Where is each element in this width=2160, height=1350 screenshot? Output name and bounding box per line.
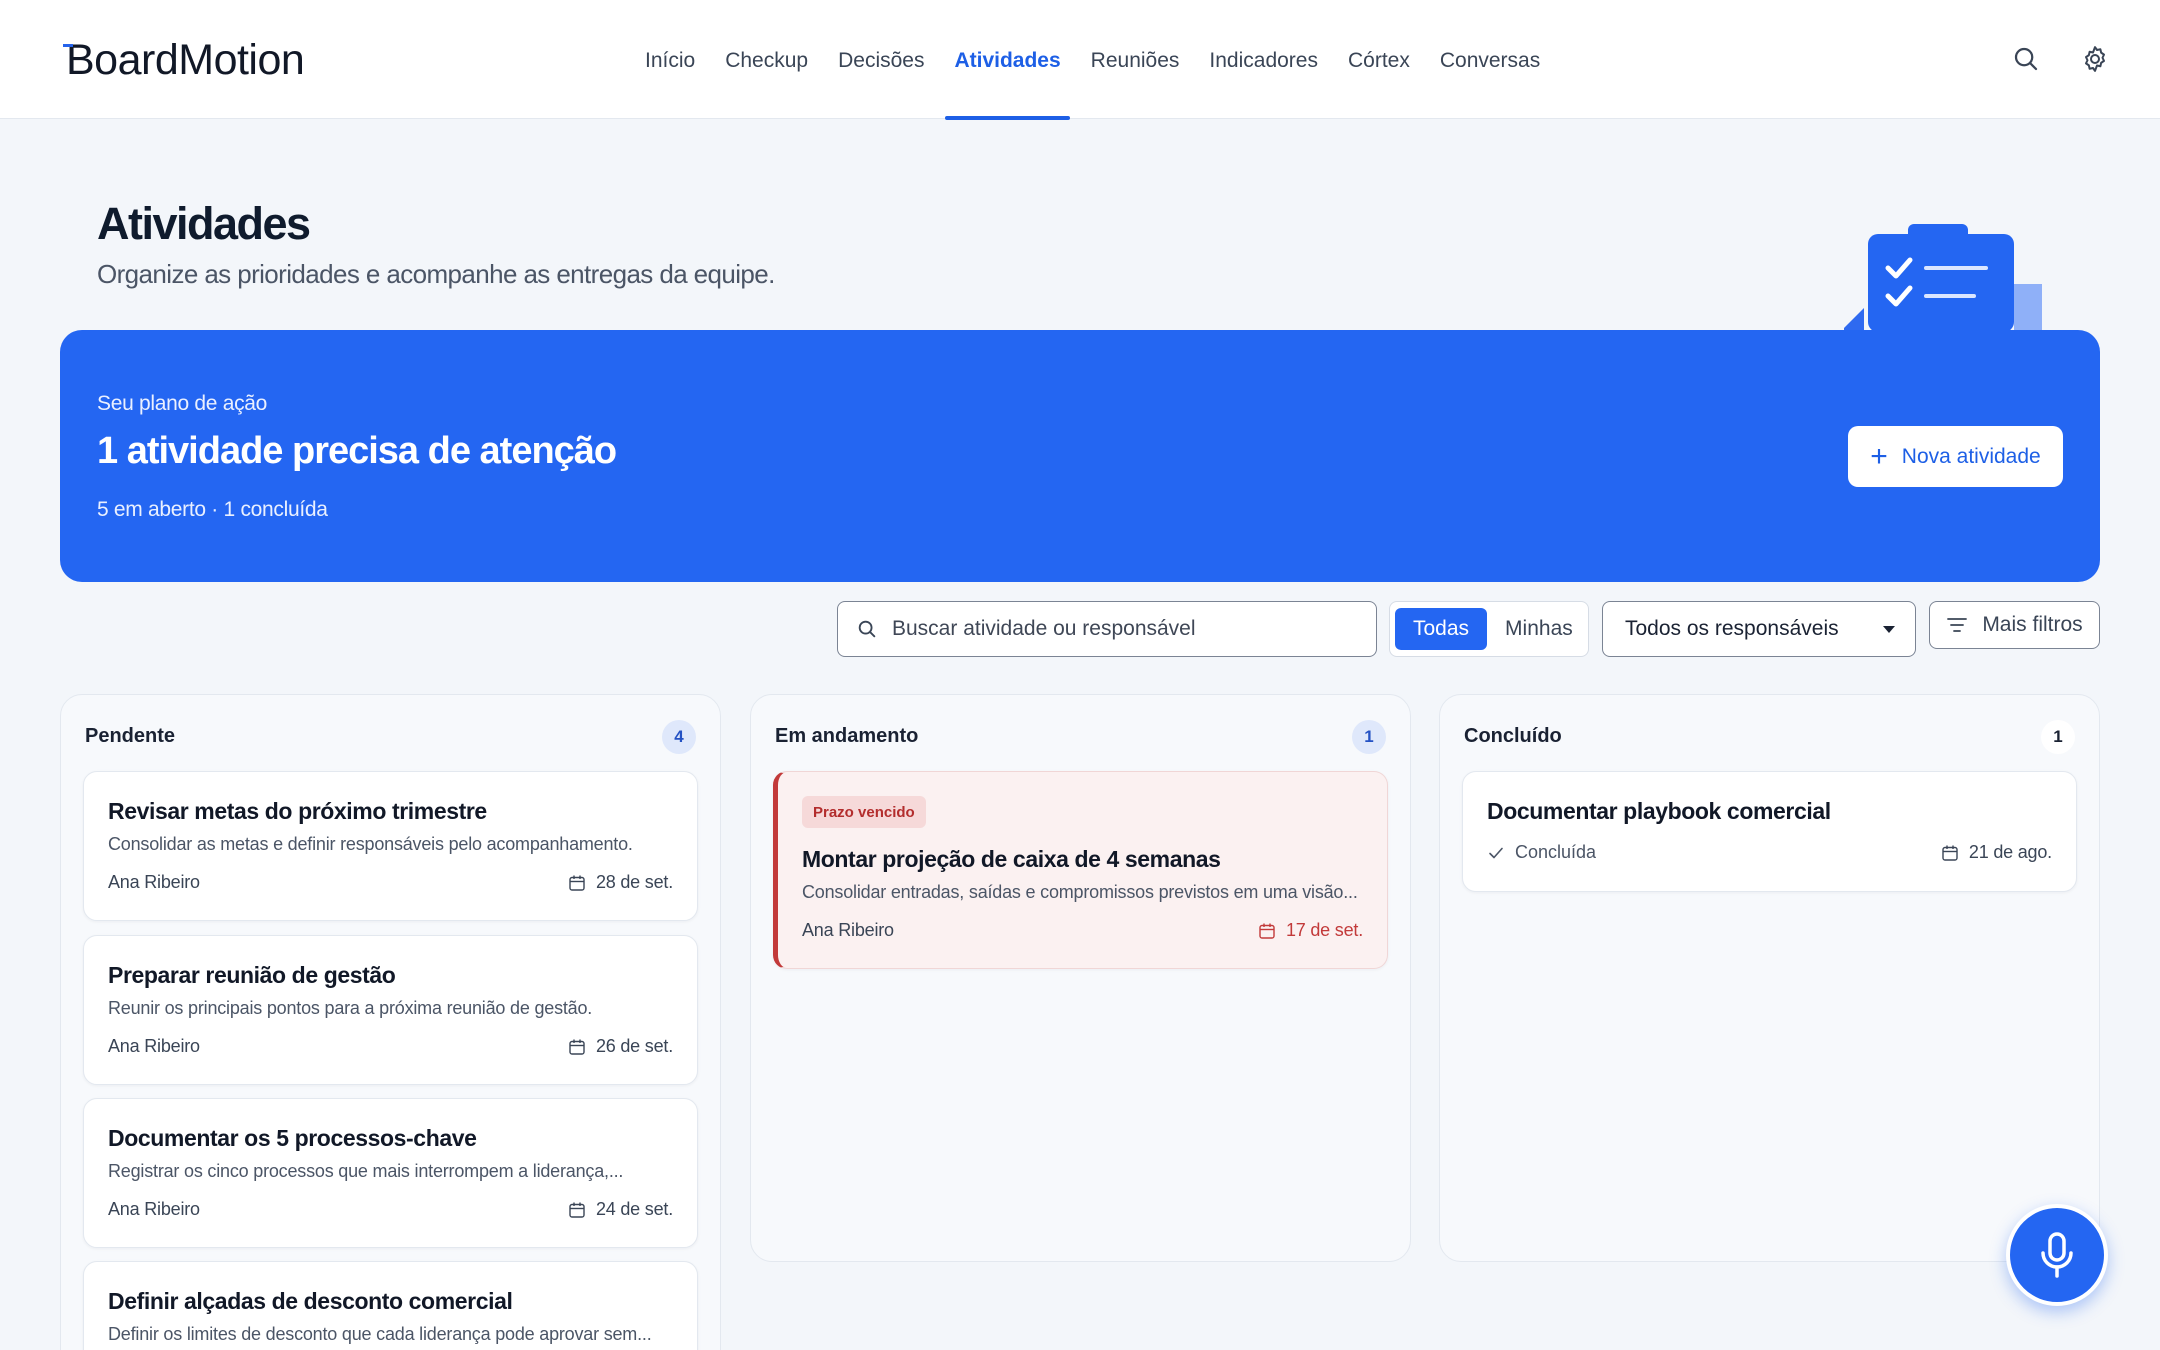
plus-icon: +: [1870, 439, 1888, 473]
search-icon[interactable]: [2011, 44, 2041, 74]
card-date-text: 24 de set.: [595, 1199, 673, 1219]
activity-card[interactable]: Documentar playbook comercial Concluída …: [1462, 771, 2077, 892]
column-count: 4: [662, 720, 696, 754]
search-icon: [858, 620, 876, 638]
column-title: Em andamento: [775, 725, 919, 747]
activity-card[interactable]: Preparar reunião de gestão Reunir os pri…: [83, 935, 698, 1085]
nav-item-checkup[interactable]: Checkup: [710, 0, 823, 119]
more-filters-button[interactable]: Mais filtros: [1929, 601, 2100, 649]
card-title: Documentar playbook comercial: [1487, 798, 1831, 824]
filter-icon: [1947, 618, 1968, 632]
card-date-text: 26 de set.: [595, 1036, 673, 1056]
card-description: Consolidar entradas, saídas e compromiss…: [802, 882, 1358, 902]
top-navigation-bar: BoardMotion Início Checkup Decisões Ativ…: [0, 0, 2160, 120]
card-due-date: 17 de set.: [1258, 920, 1363, 941]
card-status: Concluída: [1487, 842, 1596, 863]
gear-icon[interactable]: [2080, 44, 2110, 74]
assignee-select[interactable]: Todos os responsáveis: [1602, 601, 1916, 657]
banner-kicker: Seu plano de ação: [97, 392, 268, 415]
column-title: Concluído: [1464, 725, 1562, 747]
card-status-text: Concluída: [1515, 842, 1597, 862]
card-due-date: 26 de set.: [568, 1036, 673, 1057]
column-count: 1: [1352, 720, 1386, 754]
card-title: Definir alçadas de desconto comercial: [108, 1288, 513, 1314]
nav-item-inicio[interactable]: Início: [630, 0, 710, 119]
card-title: Documentar os 5 processos-chave: [108, 1125, 477, 1151]
assignee-select-value: Todos os responsáveis: [1625, 617, 1839, 640]
segment-all[interactable]: Todas: [1395, 608, 1488, 650]
card-due-date: 21 de ago.: [1941, 842, 2052, 863]
scope-segmented-control: Todas Minhas: [1389, 601, 1589, 657]
card-description: Consolidar as metas e definir responsáve…: [108, 834, 633, 854]
activity-card[interactable]: Documentar os 5 processos-chave Registra…: [83, 1098, 698, 1248]
card-owner: Ana Ribeiro: [108, 1199, 200, 1219]
calendar-icon: [569, 1202, 585, 1218]
activity-card[interactable]: Revisar metas do próximo trimestre Conso…: [83, 771, 698, 921]
more-filters-label: Mais filtros: [1982, 613, 2083, 636]
card-owner: Ana Ribeiro: [108, 1036, 200, 1056]
card-owner: Ana Ribeiro: [108, 872, 200, 892]
banner-title: 1 atividade precisa de atenção: [97, 430, 617, 472]
card-description: Registrar os cinco processos que mais in…: [108, 1161, 624, 1181]
nav-item-conversas[interactable]: Conversas: [1425, 0, 1555, 119]
voice-assistant-button[interactable]: [2006, 1204, 2108, 1306]
card-due-date: 24 de set.: [568, 1199, 673, 1220]
app-logo[interactable]: BoardMotion: [63, 36, 305, 85]
nav-item-indicadores[interactable]: Indicadores: [1194, 0, 1333, 119]
nav-item-decisoes[interactable]: Decisões: [823, 0, 939, 119]
check-icon: [1489, 847, 1503, 858]
column-count: 1: [2041, 720, 2075, 754]
search-input[interactable]: [892, 617, 1352, 641]
card-date-text: 28 de set.: [595, 872, 673, 892]
page-title: Atividades: [97, 198, 311, 249]
calendar-icon: [569, 875, 585, 891]
column-title: Pendente: [85, 725, 176, 747]
page-subtitle: Organize as prioridades e acompanhe as e…: [97, 259, 775, 289]
nav-item-cortex[interactable]: Córtex: [1333, 0, 1425, 119]
card-due-date: 28 de set.: [568, 872, 673, 893]
new-activity-button[interactable]: + Nova atividade: [1848, 426, 2063, 487]
segment-mine[interactable]: Minhas: [1487, 608, 1591, 650]
microphone-icon: [2041, 1232, 2073, 1278]
action-plan-banner: Seu plano de ação 1 atividade precisa de…: [60, 330, 2100, 582]
card-description: Reunir os principais pontos para a próxi…: [108, 998, 593, 1018]
column-in-progress: Em andamento 1 Prazo vencido Montar proj…: [750, 694, 1411, 1262]
calendar-icon: [569, 1039, 585, 1055]
card-title: Preparar reunião de gestão: [108, 962, 396, 988]
column-pending: Pendente 4 Revisar metas do próximo trim…: [60, 694, 721, 1350]
column-done: Concluído 1 Documentar playbook comercia…: [1439, 694, 2100, 1262]
calendar-icon: [1942, 845, 1958, 861]
card-title: Revisar metas do próximo trimestre: [108, 798, 487, 824]
activity-card-overdue[interactable]: Prazo vencido Montar projeção de caixa d…: [773, 771, 1388, 969]
card-date-text: 17 de set.: [1285, 920, 1363, 940]
card-title: Montar projeção de caixa de 4 semanas: [802, 846, 1221, 872]
card-owner: Ana Ribeiro: [802, 920, 894, 940]
new-activity-label: Nova atividade: [1901, 444, 2041, 468]
main-nav: Início Checkup Decisões Atividades Reuni…: [630, 0, 1555, 120]
card-description: Definir os limites de desconto que cada …: [108, 1324, 652, 1344]
search-box: [837, 601, 1377, 657]
overdue-badge: Prazo vencido: [802, 796, 926, 828]
logo-accent: [63, 44, 73, 47]
nav-item-atividades[interactable]: Atividades: [939, 0, 1075, 120]
banner-meta: 5 em aberto · 1 concluída: [97, 498, 328, 521]
activity-card[interactable]: Definir alçadas de desconto comercial De…: [83, 1261, 698, 1350]
nav-item-reunioes[interactable]: Reuniões: [1076, 0, 1195, 119]
chevron-down-icon: [1883, 625, 1895, 633]
clipboard-illustration: [1844, 224, 2042, 332]
calendar-icon: [1259, 923, 1275, 939]
logo-text: BoardMotion: [66, 36, 305, 84]
card-date-text: 21 de ago.: [1968, 842, 2052, 862]
